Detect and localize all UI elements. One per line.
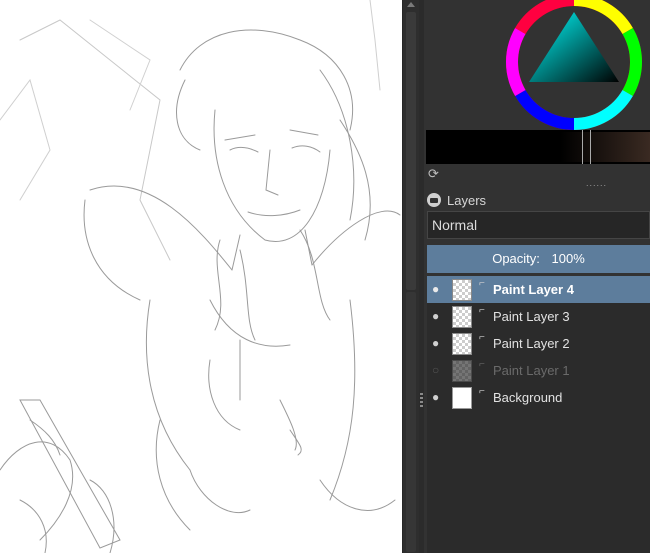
panel-grip-dots[interactable]: ...... bbox=[586, 178, 607, 188]
slider-row-1[interactable] bbox=[426, 132, 650, 142]
slider-handle[interactable] bbox=[582, 130, 591, 164]
layer-name[interactable]: Paint Layer 4 bbox=[493, 282, 574, 297]
refresh-icon[interactable]: ⟳ bbox=[428, 167, 442, 181]
color-triangle bbox=[529, 12, 619, 82]
layer-row[interactable]: ● ⌐ Paint Layer 4 bbox=[427, 276, 650, 303]
paint-layer-icon: ⌐ bbox=[479, 332, 485, 343]
color-sliders[interactable] bbox=[426, 130, 650, 164]
layer-row[interactable]: ○ ⌐ Paint Layer 1 bbox=[427, 357, 650, 384]
layer-name[interactable]: Background bbox=[493, 390, 562, 405]
eye-icon[interactable]: ● bbox=[432, 391, 444, 403]
layer-name[interactable]: Paint Layer 1 bbox=[493, 363, 570, 378]
slider-row-2[interactable] bbox=[426, 142, 650, 152]
layers-title: Layers bbox=[447, 192, 487, 208]
opacity-slider[interactable]: Opacity: 100% bbox=[427, 245, 650, 273]
layer-thumbnail bbox=[452, 360, 472, 382]
color-wheel[interactable] bbox=[424, 0, 650, 130]
layers-docker-title: Layers bbox=[427, 191, 486, 209]
paint-layer-icon: ⌐ bbox=[479, 278, 485, 289]
eye-icon[interactable]: ● bbox=[432, 283, 444, 295]
layer-thumbnail bbox=[452, 387, 472, 409]
sketch-artwork bbox=[0, 0, 401, 553]
right-dock-panel: ⟳ ...... Layers Normal Opacity: 100% ● ⌐… bbox=[424, 0, 650, 553]
drawing-canvas[interactable] bbox=[0, 0, 402, 553]
layer-row[interactable]: ● ⌐ Background bbox=[427, 384, 650, 411]
layer-thumbnail bbox=[452, 279, 472, 301]
layer-row[interactable]: ● ⌐ Paint Layer 2 bbox=[427, 330, 650, 357]
splitter-grip-icon[interactable] bbox=[420, 393, 423, 407]
paint-layer-icon: ⌐ bbox=[479, 305, 485, 316]
layer-list[interactable]: ● ⌐ Paint Layer 4 ● ⌐ Paint Layer 3 ● ⌐ … bbox=[427, 276, 650, 553]
layer-name[interactable]: Paint Layer 2 bbox=[493, 336, 570, 351]
slider-row-3[interactable] bbox=[426, 152, 650, 162]
opacity-value: 100% bbox=[551, 251, 585, 266]
advanced-color-selector[interactable] bbox=[424, 0, 650, 130]
layer-row[interactable]: ● ⌐ Paint Layer 3 bbox=[427, 303, 650, 330]
paint-layer-icon: ⌐ bbox=[479, 386, 485, 397]
layer-name[interactable]: Paint Layer 3 bbox=[493, 309, 570, 324]
eye-icon[interactable]: ● bbox=[432, 337, 444, 349]
scrollbar-track[interactable] bbox=[406, 292, 416, 552]
scroll-up-icon[interactable] bbox=[407, 2, 415, 7]
canvas-vertical-scrollbar[interactable] bbox=[402, 0, 420, 553]
blend-mode-dropdown[interactable]: Normal bbox=[427, 211, 650, 239]
layer-thumbnail bbox=[452, 333, 472, 355]
layer-thumbnail bbox=[452, 306, 472, 328]
eye-icon[interactable]: ● bbox=[432, 310, 444, 322]
paint-layer-icon: ⌐ bbox=[479, 359, 485, 370]
layers-icon bbox=[427, 193, 441, 207]
opacity-label: Opacity: bbox=[492, 251, 540, 266]
scrollbar-thumb[interactable] bbox=[406, 12, 416, 290]
eye-hidden-icon[interactable]: ○ bbox=[432, 364, 444, 376]
